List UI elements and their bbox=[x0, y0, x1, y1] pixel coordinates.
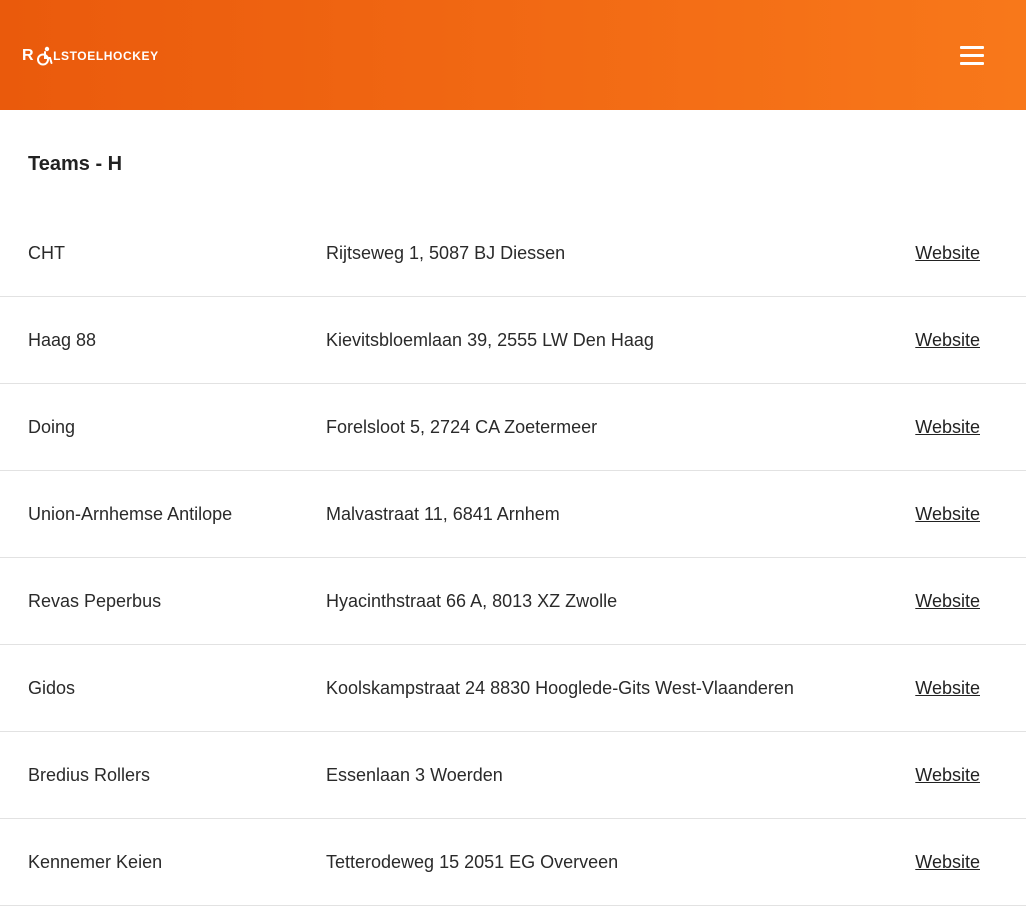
site-header: R LSTOELHOCKEY bbox=[0, 0, 1026, 110]
team-row: Haag 88 Kievitsbloemlaan 39, 2555 LW Den… bbox=[0, 297, 1026, 384]
team-row: Gidos Koolskampstraat 24 8830 Hooglede-G… bbox=[0, 645, 1026, 732]
website-link[interactable]: Website bbox=[915, 819, 980, 905]
team-name: Doing bbox=[28, 417, 76, 437]
team-name: Bredius Rollers bbox=[28, 765, 151, 785]
website-link[interactable]: Website bbox=[915, 732, 980, 818]
team-address: Essenlaan 3 Woerden bbox=[326, 765, 503, 785]
team-name: Kennemer Keien bbox=[28, 852, 163, 872]
team-name: Gidos bbox=[28, 678, 76, 698]
team-address: Forelsloot 5, 2724 CA Zoetermeer bbox=[326, 417, 598, 437]
website-link[interactable]: Website bbox=[915, 210, 980, 296]
wheelchair-icon bbox=[37, 46, 53, 66]
team-name: CHT bbox=[28, 243, 65, 263]
team-address: Kievitsbloemlaan 39, 2555 LW Den Haag bbox=[326, 330, 654, 350]
page-title: Teams - H bbox=[28, 153, 123, 175]
logo-letter: R bbox=[22, 47, 35, 64]
team-name: Revas Peperbus bbox=[28, 591, 162, 611]
website-link[interactable]: Website bbox=[915, 471, 980, 557]
team-address: Rijtseweg 1, 5087 BJ Diessen bbox=[326, 243, 566, 263]
hamburger-menu-icon[interactable] bbox=[954, 38, 990, 72]
logo-wordmark: LSTOELHOCKEY bbox=[53, 49, 159, 63]
team-row: Union-Arnhemse Antilope Malvastraat 11, … bbox=[0, 471, 1026, 558]
team-row: Revas Peperbus Hyacinthstraat 66 A, 8013… bbox=[0, 558, 1026, 645]
team-address: Hyacinthstraat 66 A, 8013 XZ Zwolle bbox=[326, 591, 618, 611]
teams-list: CHT Rijtseweg 1, 5087 BJ Diessen Website… bbox=[0, 210, 1026, 906]
team-row: Kennemer Keien Tetterodeweg 15 2051 EG O… bbox=[0, 819, 1026, 906]
website-link[interactable]: Website bbox=[915, 645, 980, 731]
website-link[interactable]: Website bbox=[915, 558, 980, 644]
team-address: Malvastraat 11, 6841 Arnhem bbox=[326, 504, 560, 524]
team-row: CHT Rijtseweg 1, 5087 BJ Diessen Website bbox=[0, 210, 1026, 297]
team-name: Union-Arnhemse Antilope bbox=[28, 504, 233, 524]
team-row: Bredius Rollers Essenlaan 3 Woerden Webs… bbox=[0, 732, 1026, 819]
website-link[interactable]: Website bbox=[915, 384, 980, 470]
team-address: Koolskampstraat 24 8830 Hooglede-Gits We… bbox=[326, 678, 794, 698]
website-link[interactable]: Website bbox=[915, 297, 980, 383]
team-row: Doing Forelsloot 5, 2724 CA Zoetermeer W… bbox=[0, 384, 1026, 471]
site-logo[interactable]: R LSTOELHOCKEY bbox=[22, 44, 159, 68]
team-address: Tetterodeweg 15 2051 EG Overveen bbox=[326, 852, 619, 872]
team-name: Haag 88 bbox=[28, 330, 97, 350]
